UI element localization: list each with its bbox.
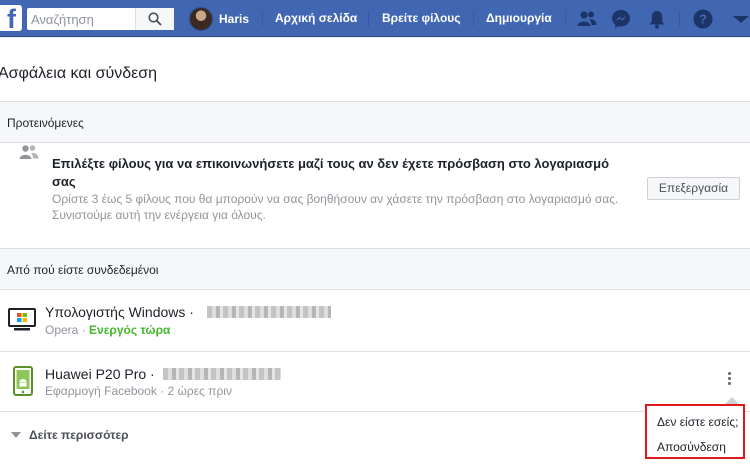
redacted-location [207,306,331,318]
chevron-down-icon [11,432,21,438]
security-settings-panel: Ασφάλεια και σύνδεση Προτεινόμενες Επιλέ… [0,38,750,466]
nav-divider [679,11,680,27]
svg-text:?: ? [699,12,707,27]
user-name: Haris [219,12,250,26]
profile-link[interactable]: Haris [189,7,249,31]
device-name: Υπολογιστής Windows · [45,304,194,320]
session-options-icon[interactable] [721,370,737,390]
logout-menu-item[interactable]: Αποσύνδεση [657,440,726,454]
active-status: Ενεργός τώρα [89,323,171,337]
device-meta: Opera · Ενεργός τώρα [45,323,171,337]
notifications-icon[interactable] [646,8,668,30]
search-input[interactable] [27,8,145,30]
create-link[interactable]: Δημιουργία [486,11,552,25]
see-more-link[interactable]: Δείτε περισσότερ [11,428,129,442]
device-meta: Εφαρμογή Facebook · 2 ώρες πριν [45,384,232,398]
page-title: Ασφάλεια και σύνδεση [0,65,158,82]
sessions-section-header: Από πού είστε συνδεδεμένοι [0,248,750,290]
android-phone-icon [13,366,33,396]
home-link[interactable]: Αρχική σελίδα [275,11,357,25]
dropdown-icon[interactable] [730,8,750,30]
recommendation-title: Επιλέξτε φίλους για να επικοινωνήσετε μα… [52,156,610,189]
nav-divider [473,11,474,27]
top-navigation-bar: f Haris Αρχική σελίδα Βρείτε φίλους Δημι… [0,0,750,37]
facebook-logo-icon[interactable]: f [0,5,22,31]
redacted-location [163,368,281,380]
not-you-menu-item[interactable]: Δεν είστε εσείς; [657,415,738,429]
search-button[interactable] [135,8,174,30]
device-name: Huawei P20 Pro · [45,366,155,382]
search-icon [148,12,162,26]
nav-divider [262,11,263,27]
windows-computer-icon [8,308,36,331]
friends-icon[interactable] [576,8,598,30]
avatar [189,7,213,31]
nav-divider [368,11,369,27]
recommended-section-header: Προτεινόμενες [0,101,750,143]
find-friends-link[interactable]: Βρείτε φίλους [382,11,461,25]
trusted-contacts-icon [19,145,39,159]
row-divider [0,411,750,412]
help-icon[interactable]: ? [692,8,714,30]
session-options-menu: Δεν είστε εσείς; Αποσύνδεση [645,404,745,459]
recommendation-description: Ορίστε 3 έως 5 φίλους που θα μπορούν να … [52,192,619,222]
row-divider [0,351,750,352]
menu-arrow [725,397,739,404]
nav-divider [565,11,566,27]
messenger-icon[interactable] [610,8,632,30]
edit-trusted-contacts-button[interactable]: Επεξεργασία [647,177,740,200]
